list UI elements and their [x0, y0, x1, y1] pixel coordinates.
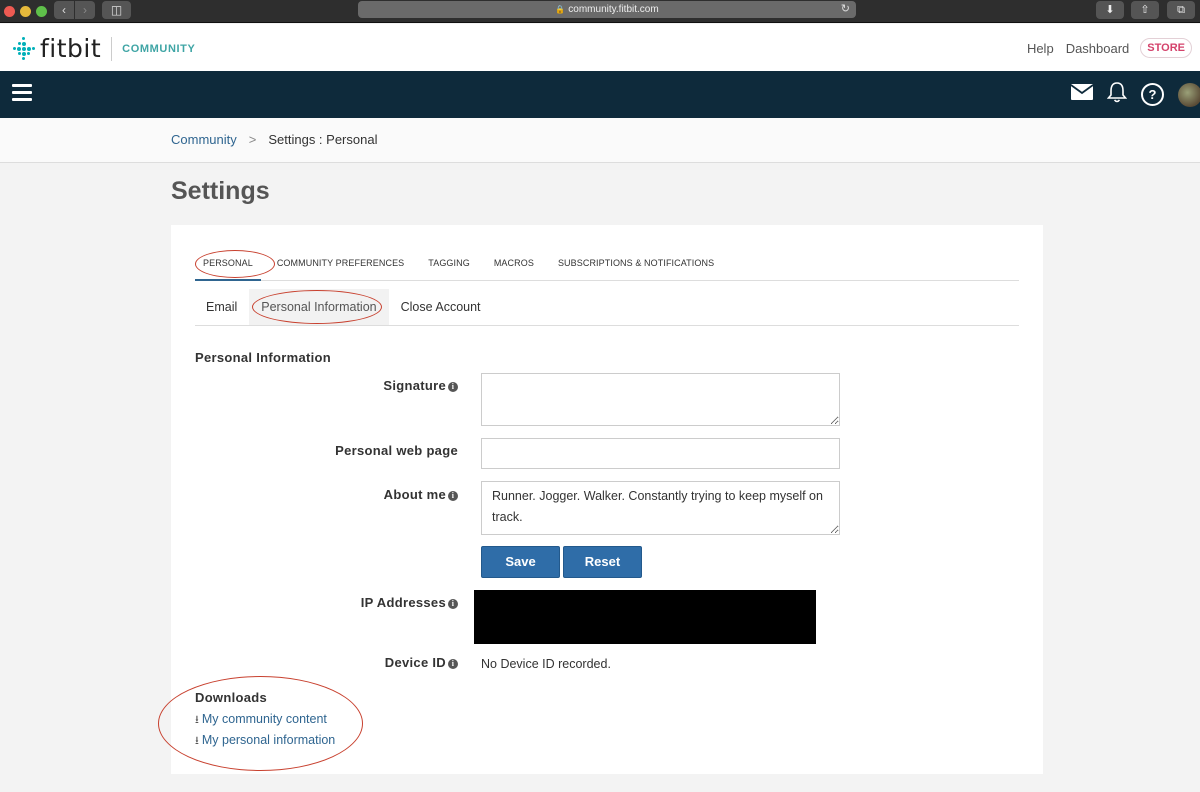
help-link[interactable]: Help — [1027, 41, 1054, 56]
signature-label-text: Signature — [383, 378, 446, 393]
device-id-label-text: Device ID — [384, 655, 446, 670]
settings-card: PERSONAL COMMUNITY PREFERENCES TAGGING M… — [171, 225, 1043, 774]
reset-button[interactable]: Reset — [563, 546, 642, 578]
help-icon[interactable]: ? — [1141, 83, 1164, 106]
save-button[interactable]: Save — [481, 546, 560, 578]
info-icon[interactable]: i — [448, 659, 458, 669]
url-text: community.fitbit.com — [568, 4, 659, 15]
section-title: Personal Information — [195, 350, 332, 365]
logo-divider — [111, 36, 113, 61]
subtab-email[interactable]: Email — [195, 289, 249, 325]
download-community-content-link[interactable]: ⭳ My community content — [195, 711, 327, 730]
downloads-title: Downloads — [195, 690, 268, 705]
info-icon[interactable]: i — [448, 599, 458, 609]
about-me-label-text: About me — [383, 487, 446, 502]
web-page-field[interactable] — [481, 438, 840, 469]
address-bar[interactable]: 🔒 community.fitbit.com ↻ — [358, 1, 856, 18]
signature-field[interactable] — [481, 373, 840, 426]
device-id-label: Device ID i — [385, 655, 458, 670]
logo-text: fitbit — [40, 34, 102, 63]
breadcrumb-separator: > — [248, 132, 257, 147]
tabs-overview-icon[interactable]: ⧉ — [1167, 1, 1195, 19]
download-link-text[interactable]: My community content — [202, 712, 327, 726]
signature-label: Signature i — [383, 378, 458, 393]
tab-subscriptions-notifications[interactable]: SUBSCRIPTIONS & NOTIFICATIONS — [546, 251, 726, 281]
breadcrumb-bar: Community > Settings : Personal — [0, 118, 1200, 163]
subtab-close-account[interactable]: Close Account — [389, 289, 493, 325]
device-id-value: No Device ID recorded. — [481, 657, 611, 671]
back-button[interactable]: ‹ — [54, 1, 74, 19]
page-title: Settings — [171, 177, 270, 205]
store-button[interactable]: STORE — [1140, 38, 1192, 58]
site-header: fitbit COMMUNITY Help Dashboard STORE — [0, 24, 1200, 71]
community-label: COMMUNITY — [122, 42, 196, 55]
bell-icon[interactable] — [1106, 81, 1128, 108]
downloads-icon[interactable]: ⬇ — [1096, 1, 1124, 19]
tab-macros[interactable]: MACROS — [482, 251, 546, 281]
share-icon[interactable]: ⇧ — [1131, 1, 1159, 19]
dashboard-link[interactable]: Dashboard — [1066, 41, 1130, 56]
close-window-button[interactable] — [4, 6, 15, 17]
fitbit-logo[interactable]: fitbit COMMUNITY — [12, 34, 195, 63]
lock-icon: 🔒 — [555, 5, 566, 14]
tab-personal[interactable]: PERSONAL — [195, 251, 261, 281]
about-me-field[interactable]: Runner. Jogger. Walker. Constantly tryin… — [481, 481, 840, 535]
breadcrumb-community-link[interactable]: Community — [171, 132, 237, 147]
mail-icon[interactable] — [1070, 84, 1094, 105]
top-links: Help Dashboard STORE — [1015, 38, 1192, 58]
menu-icon[interactable] — [12, 84, 32, 102]
download-link-text[interactable]: My personal information — [202, 733, 335, 747]
tab-tagging[interactable]: TAGGING — [416, 251, 482, 281]
main-navbar: ? — [0, 71, 1200, 118]
download-personal-information-link[interactable]: ⭳ My personal information — [195, 732, 335, 751]
browser-toolbar: ‹ › ◫ 🔒 community.fitbit.com ↻ ⬇ ⇧ ⧉ — [0, 0, 1200, 23]
download-icon: ⭳ — [195, 714, 199, 726]
avatar[interactable] — [1178, 82, 1200, 107]
maximize-window-button[interactable] — [36, 6, 47, 17]
settings-tabs: PERSONAL COMMUNITY PREFERENCES TAGGING M… — [195, 251, 1019, 281]
ip-addresses-label-text: IP Addresses — [360, 595, 446, 610]
forward-button[interactable]: › — [75, 1, 95, 19]
breadcrumb: Community > Settings : Personal — [171, 132, 377, 147]
personal-subtabs: Email Personal Information Close Account — [195, 289, 1019, 326]
info-icon[interactable]: i — [448, 491, 458, 501]
info-icon[interactable]: i — [448, 382, 458, 392]
sidebar-toggle-icon[interactable]: ◫ — [102, 1, 131, 19]
fitbit-dots-icon — [12, 36, 36, 61]
subtab-personal-information[interactable]: Personal Information — [249, 289, 389, 325]
breadcrumb-current: Settings : Personal — [268, 132, 378, 147]
about-me-label: About me i — [384, 487, 458, 502]
reload-icon[interactable]: ↻ — [841, 1, 850, 18]
web-page-label: Personal web page — [335, 443, 458, 458]
redacted-ip-addresses — [474, 590, 816, 644]
tab-community-preferences[interactable]: COMMUNITY PREFERENCES — [265, 251, 416, 281]
ip-addresses-label: IP Addresses i — [361, 595, 458, 610]
minimize-window-button[interactable] — [20, 6, 31, 17]
download-icon: ⭳ — [195, 735, 199, 747]
